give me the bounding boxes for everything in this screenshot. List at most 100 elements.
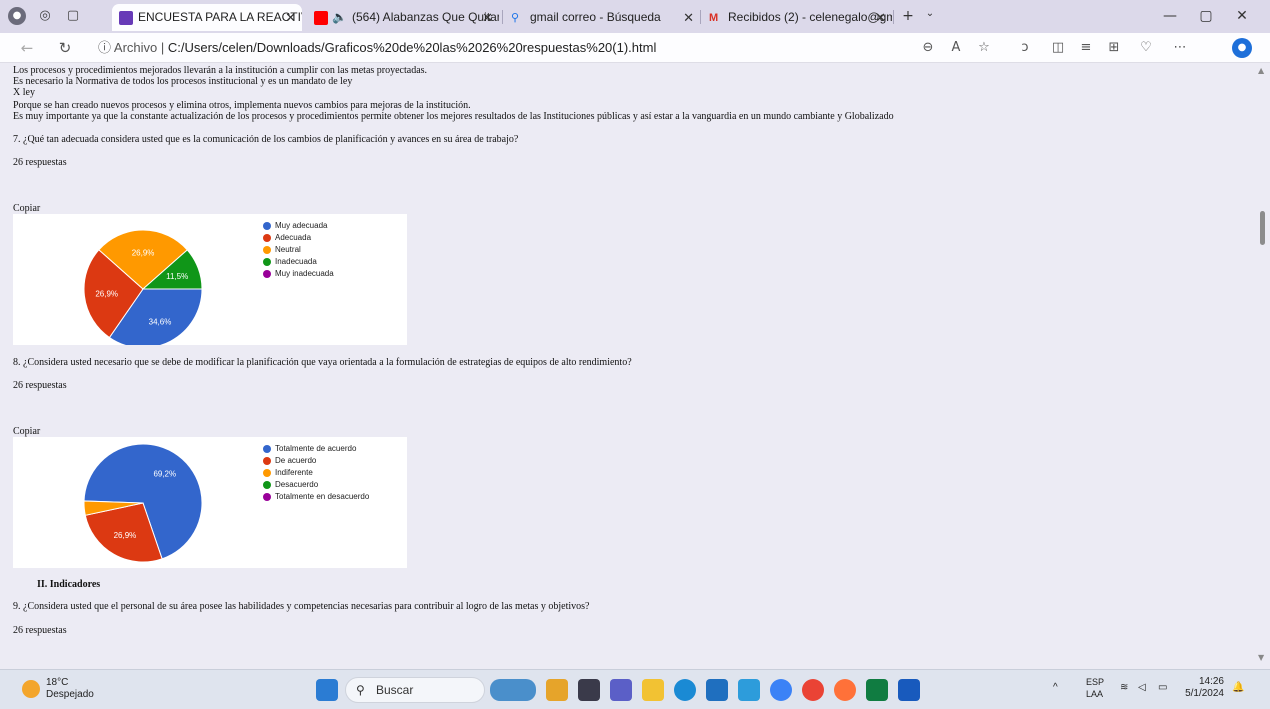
taskbar: 18°C Despejado ⚲ Buscar ^ ESP LAA ≋ ◁ ▭ … (0, 669, 1270, 709)
chrome-icon[interactable] (802, 679, 824, 701)
scroll-up-icon[interactable]: ▲ (1258, 66, 1264, 75)
legend-dot-icon (263, 481, 271, 489)
scrollbar[interactable]: ▲ ▼ (1256, 63, 1270, 669)
weather-temp[interactable]: 18°C (46, 677, 68, 689)
task-view-icon[interactable] (578, 679, 600, 701)
url-text: C:/Users/celen/Downloads/Graficos%20de%2… (167, 40, 657, 55)
extensions-icon[interactable]: ↄ (1015, 38, 1035, 58)
info-icon[interactable]: ⓘ (98, 40, 114, 55)
collections-icon[interactable]: ⊞ (1104, 38, 1124, 58)
youtube-icon (314, 11, 328, 25)
chevron-down-icon[interactable]: ⌄ (920, 8, 940, 19)
legend-item: Muy inadecuada (263, 268, 334, 280)
reload-button[interactable]: ↻ (54, 37, 76, 59)
excel-icon[interactable] (866, 679, 888, 701)
performance-icon[interactable]: ♡ (1136, 38, 1156, 58)
windows-start-icon[interactable] (316, 679, 338, 701)
favorites-list-icon[interactable]: ≡ (1076, 38, 1096, 58)
widgets-icon[interactable] (490, 679, 536, 701)
pie-chart-q7: 34,6% 26,9% 26,9% 11,5% (83, 229, 203, 349)
back-button[interactable]: ← (16, 37, 38, 59)
more-options-icon[interactable]: ⋯ (1170, 38, 1190, 58)
legend-dot-icon (263, 246, 271, 254)
close-icon[interactable]: ✕ (482, 4, 493, 31)
teams-icon[interactable] (610, 679, 632, 701)
tab-gmail[interactable]: M Recibidos (2) - celenegalo@gma ✕ (702, 4, 892, 31)
response-count: 26 respuestas (13, 625, 67, 636)
weather-desc[interactable]: Despejado (46, 689, 94, 701)
copy-link[interactable]: Copiar (13, 203, 40, 214)
weather-moon-icon[interactable] (22, 680, 40, 698)
tab-actions-icon[interactable]: ▢ (64, 7, 82, 25)
copy-link[interactable]: Copiar (13, 426, 40, 437)
scroll-thumb[interactable] (1260, 211, 1265, 245)
tab-encuesta[interactable]: ENCUESTA PARA LA REACTIVACI ✕ (112, 4, 302, 31)
question-7: 7. ¿Qué tan adecuada considera usted que… (13, 134, 519, 145)
volume-icon[interactable]: ◁ (1138, 682, 1146, 694)
wifi-icon[interactable]: ≋ (1120, 682, 1128, 694)
scroll-down-icon[interactable]: ▼ (1258, 653, 1264, 662)
workspaces-icon[interactable]: ◎ (36, 7, 54, 25)
legend-label: Neutral (275, 245, 301, 254)
taskbar-search[interactable]: ⚲ Buscar (345, 677, 485, 703)
legend-label: Inadecuada (275, 257, 317, 266)
search-icon: ⚲ (511, 12, 520, 24)
profile-icon[interactable]: ● (8, 7, 26, 25)
close-icon[interactable]: ✕ (683, 4, 694, 31)
word-icon[interactable] (898, 679, 920, 701)
legend-q7: Muy adecuada Adecuada Neutral Inadecuada Muy… (263, 220, 334, 280)
chart-q7: 34,6% 26,9% 26,9% 11,5% Muy adecuada Adecuad… (13, 214, 407, 349)
language-bottom[interactable]: LAA (1086, 688, 1103, 700)
close-icon[interactable]: ✕ (875, 4, 886, 31)
store-icon[interactable] (706, 679, 728, 701)
tab-busqueda[interactable]: ⚲ gmail correo - Búsqueda ✕ (504, 4, 700, 31)
legend-item: Neutral (263, 244, 334, 256)
text-line: Es muy importante ya que la constante ac… (13, 111, 894, 122)
copilot-icon[interactable] (770, 679, 792, 701)
battery-icon[interactable]: ▭ (1158, 682, 1167, 694)
speaker-icon[interactable]: 🔈 (332, 4, 347, 31)
read-aloud-icon[interactable]: A (946, 38, 966, 58)
question-9: 9. ¿Considera usted que el personal de s… (13, 601, 590, 612)
text-line: Es necesario la Normativa de todos los p… (13, 76, 353, 87)
legend-dot-icon (263, 222, 271, 230)
question-8: 8. ¿Considera usted necesario que se deb… (13, 357, 632, 368)
close-icon[interactable]: ✕ (285, 4, 296, 31)
show-hidden-icons[interactable]: ^ (1053, 682, 1058, 694)
clock-time[interactable]: 14:26 (1190, 676, 1224, 688)
text-line: Porque se han creado nuevos procesos y e… (13, 100, 471, 111)
zoom-icon[interactable]: ⊖ (918, 38, 938, 58)
legend-label: De acuerdo (275, 456, 317, 465)
response-count: 26 respuestas (13, 157, 67, 168)
close-window-button[interactable]: ✕ (1232, 8, 1252, 24)
browser-tab-strip: ● ◎ ▢ ENCUESTA PARA LA REACTIVACI ✕ 🔈 (5… (0, 0, 1270, 33)
pie-label: 34,6% (149, 317, 172, 326)
pie-label: 26,9% (95, 289, 118, 298)
copilot-icon[interactable]: ● (1232, 38, 1252, 58)
split-screen-icon[interactable]: ◫ (1048, 38, 1068, 58)
pie-label: 11,5% (166, 272, 188, 281)
text-line: X ley (13, 87, 35, 98)
legend-dot-icon (263, 469, 271, 477)
minimize-button[interactable]: — (1160, 8, 1180, 24)
new-tab-button[interactable]: + (898, 8, 918, 24)
gmail-icon: M (709, 12, 719, 24)
text-line: Los procesos y procedimientos mejorados … (13, 65, 428, 76)
clock-date[interactable]: 5/1/2024 (1176, 688, 1224, 700)
firefox-icon[interactable] (834, 679, 856, 701)
favorite-icon[interactable]: ☆ (974, 38, 994, 58)
legend-item: Adecuada (263, 232, 334, 244)
tab-youtube[interactable]: 🔈 (564) Alabanzas Que Quitan ✕ (306, 4, 499, 31)
legend-label: Totalmente en desacuerdo (275, 492, 370, 501)
edge-icon[interactable] (674, 679, 696, 701)
legend-item: Desacuerdo (263, 479, 369, 491)
file-explorer-icon[interactable] (642, 679, 664, 701)
app-icon[interactable] (738, 679, 760, 701)
legend-dot-icon (263, 493, 271, 501)
restore-button[interactable]: ▢ (1196, 8, 1216, 24)
chart-q8: 69,2% 26,9% Totalmente de acuerdo De acuer… (13, 437, 407, 568)
app-icon[interactable] (546, 679, 568, 701)
legend-label: Adecuada (275, 233, 312, 242)
notification-bell-icon[interactable]: 🔔 (1232, 682, 1244, 694)
language-top[interactable]: ESP (1086, 676, 1104, 688)
